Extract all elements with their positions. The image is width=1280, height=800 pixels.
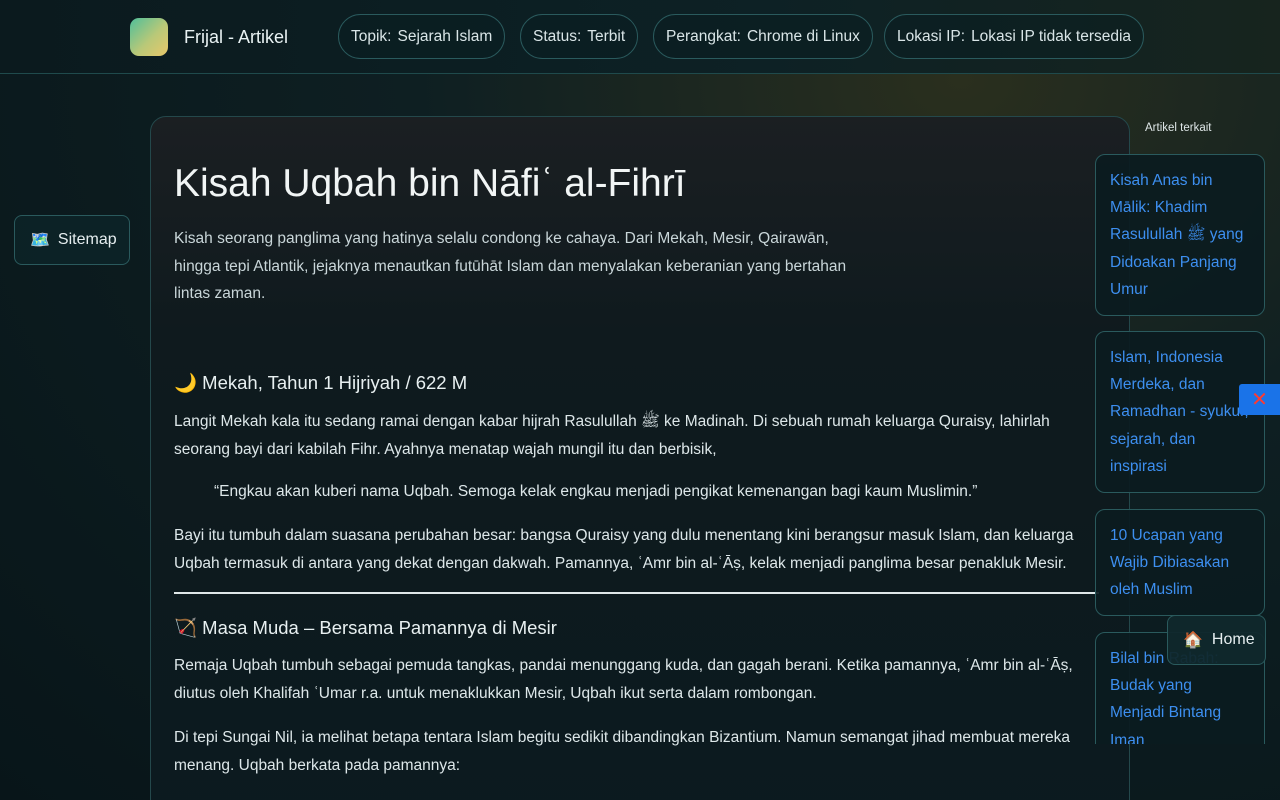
pill-value: Chrome di Linux: [746, 27, 860, 45]
topic-pill[interactable]: Topik: Sejarah Islam: [338, 14, 506, 59]
paragraph: Remaja Uqbah tumbuh sebagai pemuda tangk…: [174, 657, 1073, 702]
home-button[interactable]: 🏠 Home: [1167, 615, 1266, 665]
pill-value: Terbit: [587, 27, 626, 45]
blockquote: “Engkau akan kuberi nama Uqbah. Semoga k…: [214, 483, 978, 500]
section-divider: [174, 592, 1099, 594]
pill-value: Sejarah Islam: [397, 27, 493, 45]
pill-key: Status:: [533, 27, 582, 45]
related-article-link[interactable]: 10 Ucapan yang Wajib Dibiasakan oleh Mus…: [1095, 509, 1265, 616]
article-title: Kisah Uqbah bin Nāfiʿ al-Fihrī: [174, 162, 686, 205]
sitemap-label: Sitemap: [57, 231, 117, 248]
pill-key: Perangkat:: [666, 27, 741, 45]
top-header: Frijal - Artikel Topik: Sejarah Islam St…: [0, 0, 1280, 74]
paragraph: Bayi itu tumbuh dalam suasana perubahan …: [174, 527, 1074, 572]
paragraph: Langit Mekah kala itu sedang ramai denga…: [174, 413, 1050, 458]
section-heading: 🏹 Masa Muda – Bersama Pamannya di Mesir: [174, 617, 557, 638]
pill-key: Topik:: [351, 27, 392, 45]
related-article-link[interactable]: Kisah Anas bin Mālik: Khadim Rasulullah …: [1095, 154, 1265, 316]
status-pill[interactable]: Status: Terbit: [520, 14, 639, 59]
section-heading: 🌙 Mekah, Tahun 1 Hijriyah / 622 M: [174, 372, 468, 393]
home-icon: 🏠: [1183, 632, 1203, 649]
home-label: Home: [1211, 631, 1255, 648]
pill-value: Lokasi IP tidak tersedia: [971, 27, 1132, 45]
site-logo[interactable]: [130, 18, 168, 56]
device-pill[interactable]: Perangkat: Chrome di Linux: [653, 14, 873, 59]
close-icon: ✕: [1251, 389, 1268, 411]
sitemap-button[interactable]: 🗺️ Sitemap: [14, 215, 130, 265]
related-label: Artikel terkait: [1145, 122, 1212, 134]
article-lede: Kisah seorang panglima yang hatinya sela…: [174, 230, 847, 302]
pill-key: Lokasi IP:: [897, 27, 966, 45]
article-card: Kisah Uqbah bin Nāfiʿ al-Fihrī Kisah seo…: [150, 116, 1130, 800]
brand-title[interactable]: Frijal - Artikel: [184, 27, 288, 48]
map-icon: 🗺️: [30, 232, 50, 249]
ip-location-pill[interactable]: Lokasi IP: Lokasi IP tidak tersedia: [884, 14, 1145, 59]
paragraph: Di tepi Sungai Nil, ia melihat betapa te…: [174, 729, 1071, 774]
close-sidebar-button[interactable]: ✕: [1239, 384, 1280, 415]
